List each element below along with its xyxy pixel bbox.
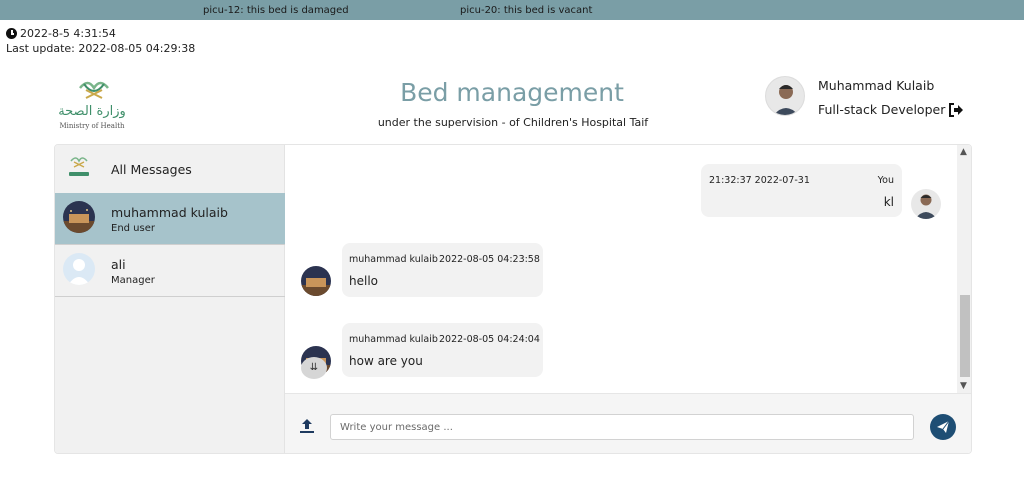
profile-name: Muhammad Kulaib bbox=[818, 78, 935, 93]
contact-name: muhammad kulaib bbox=[111, 205, 228, 220]
message-bubble-incoming: muhammad kulaib 2022-08-05 04:23:58 hell… bbox=[342, 243, 543, 297]
contact-name: ali bbox=[111, 257, 126, 272]
upload-icon[interactable] bbox=[299, 418, 315, 434]
contact-list: All Messages muhammad kulaib End user al… bbox=[55, 145, 285, 453]
profile-role: Full-stack Developer bbox=[818, 102, 946, 117]
contact-all-messages[interactable]: All Messages bbox=[55, 145, 285, 197]
message-sender: You bbox=[877, 175, 894, 186]
scroll-to-bottom-button[interactable]: ⇊ bbox=[301, 357, 327, 379]
contact-name: All Messages bbox=[111, 162, 192, 177]
moh-logo-avatar bbox=[63, 153, 95, 185]
send-button[interactable] bbox=[930, 414, 956, 440]
contact-role: End user bbox=[111, 223, 155, 234]
last-update: Last update: 2022-08-05 04:29:38 bbox=[6, 42, 196, 55]
chevron-down-icon[interactable]: ▼ bbox=[960, 381, 967, 391]
message-sender: muhammad kulaib bbox=[349, 254, 438, 265]
message-bubble-outgoing: 21:32:37 2022-07-31 You kl bbox=[701, 164, 902, 217]
paper-plane-icon bbox=[937, 420, 950, 433]
message-list: 21:32:37 2022-07-31 You kl muhammad kula… bbox=[285, 145, 957, 393]
clock-icon bbox=[6, 28, 17, 39]
double-chevron-down-icon: ⇊ bbox=[309, 362, 319, 373]
chat-area: 21:32:37 2022-07-31 You kl muhammad kula… bbox=[285, 145, 971, 453]
message-input[interactable] bbox=[330, 414, 914, 440]
contact-muhammad-kulaib[interactable]: muhammad kulaib End user bbox=[55, 193, 285, 245]
message-time: 2022-08-05 04:23:58 bbox=[439, 254, 540, 265]
message-sender: muhammad kulaib bbox=[349, 334, 438, 345]
chat-panel: All Messages muhammad kulaib End user al… bbox=[54, 144, 972, 454]
message-text: hello bbox=[349, 274, 378, 288]
message-text: how are you bbox=[349, 354, 423, 368]
message-time: 2022-08-05 04:24:04 bbox=[439, 334, 540, 345]
message-scrollbar[interactable]: ▲ ▼ bbox=[957, 145, 971, 393]
scrollbar-thumb[interactable] bbox=[960, 295, 970, 377]
current-time: 2022-8-5 4:31:54 bbox=[6, 27, 116, 40]
ticker-item: picu-12: this bed is damaged bbox=[203, 5, 349, 16]
message-composer bbox=[285, 393, 971, 453]
page-subtitle: under the supervision - of Children's Ho… bbox=[377, 116, 649, 129]
contact-ali[interactable]: ali Manager bbox=[55, 245, 285, 297]
message-bubble-incoming: muhammad kulaib 2022-08-05 04:24:04 how … bbox=[342, 323, 543, 377]
message-text: kl bbox=[883, 195, 894, 209]
contact-role: Manager bbox=[111, 275, 155, 286]
contact-avatar bbox=[63, 253, 95, 285]
ticker-item: picu-20: this bed is vacant bbox=[460, 5, 593, 16]
message-time: 21:32:37 2022-07-31 bbox=[709, 175, 810, 186]
profile-avatar[interactable] bbox=[765, 76, 805, 116]
sender-avatar bbox=[301, 266, 331, 296]
contact-avatar bbox=[63, 201, 95, 233]
logout-icon[interactable] bbox=[948, 102, 964, 117]
own-avatar bbox=[911, 189, 941, 219]
clock-text: 2022-8-5 4:31:54 bbox=[20, 27, 116, 40]
chevron-up-icon[interactable]: ▲ bbox=[960, 147, 967, 157]
notification-ticker: picu-12: this bed is damaged picu-20: th… bbox=[0, 0, 1024, 20]
